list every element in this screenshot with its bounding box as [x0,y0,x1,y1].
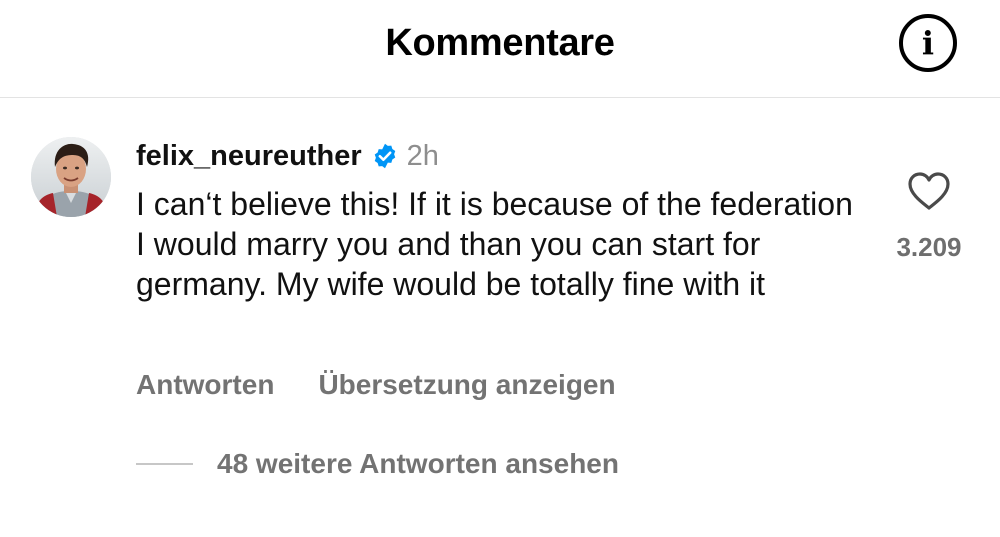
comment-text: I can‘t believe this! If it is because o… [136,186,853,302]
username-link[interactable]: felix_neureuther [136,140,362,173]
view-replies-button[interactable]: 48 weitere Antworten ansehen [136,444,619,484]
replies-divider-line [136,463,193,465]
heart-outline-icon[interactable] [906,170,952,212]
reply-button[interactable]: Antworten [136,369,274,401]
view-replies-label: 48 weitere Antworten ansehen [217,448,619,479]
comment-header: felix_neureuther 2h [136,136,439,176]
info-icon[interactable]: i [899,14,957,72]
avatar[interactable] [31,137,111,217]
like-count: 3.209 [896,232,962,262]
verified-badge-icon [371,142,399,170]
comment-timestamp: 2h [406,139,439,172]
comment-actions: Antworten Übersetzung anzeigen [136,365,616,405]
header: Kommentare i [0,0,1000,98]
page-title: Kommentare [385,22,615,64]
show-translation-button[interactable]: Übersetzung anzeigen [318,369,615,401]
